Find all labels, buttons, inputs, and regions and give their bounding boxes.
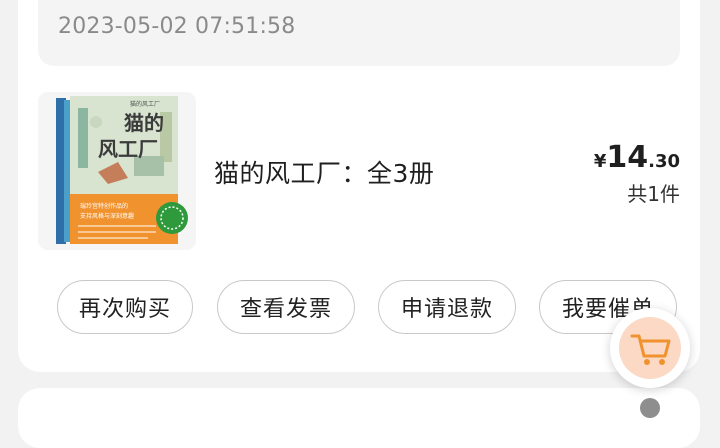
request-refund-button[interactable]: 申请退款 xyxy=(378,280,516,334)
cover-tagline-1: 瑞玲宫特创作品的 xyxy=(80,202,128,210)
cover-tagline-2: 支持风格与深刻意趣 xyxy=(80,212,134,220)
order-timestamp: 2023-05-02 07:51:58 xyxy=(58,14,296,39)
floating-cart-button[interactable] xyxy=(610,308,690,388)
next-order-card xyxy=(18,388,700,448)
product-title[interactable]: 猫的风工厂：全3册 xyxy=(214,154,434,190)
cover-title-line1: 猫的 xyxy=(124,111,164,135)
cover-title-line2: 风工厂 xyxy=(98,137,158,161)
price-decimal: .30 xyxy=(648,151,680,172)
order-time-box: 2023-05-02 07:51:58 xyxy=(38,0,680,66)
book-cover-image: 猫的 风工厂 猫的风工厂 瑞玲宫特创作品的 支持风格与深刻意趣 xyxy=(38,92,196,250)
product-thumbnail[interactable]: 猫的 风工厂 猫的风工厂 瑞玲宫特创作品的 支持风格与深刻意趣 xyxy=(38,92,196,250)
scroll-handle[interactable] xyxy=(640,398,660,418)
shopping-cart-icon xyxy=(630,334,671,365)
cover-series-label: 猫的风工厂 xyxy=(130,100,160,108)
product-price: ¥14.30 xyxy=(594,140,680,175)
price-currency: ¥ xyxy=(593,151,607,172)
view-invoice-button[interactable]: 查看发票 xyxy=(217,280,355,334)
buy-again-button[interactable]: 再次购买 xyxy=(57,280,193,334)
product-quantity: 共1件 xyxy=(627,182,680,206)
price-integer: 14 xyxy=(606,140,649,175)
